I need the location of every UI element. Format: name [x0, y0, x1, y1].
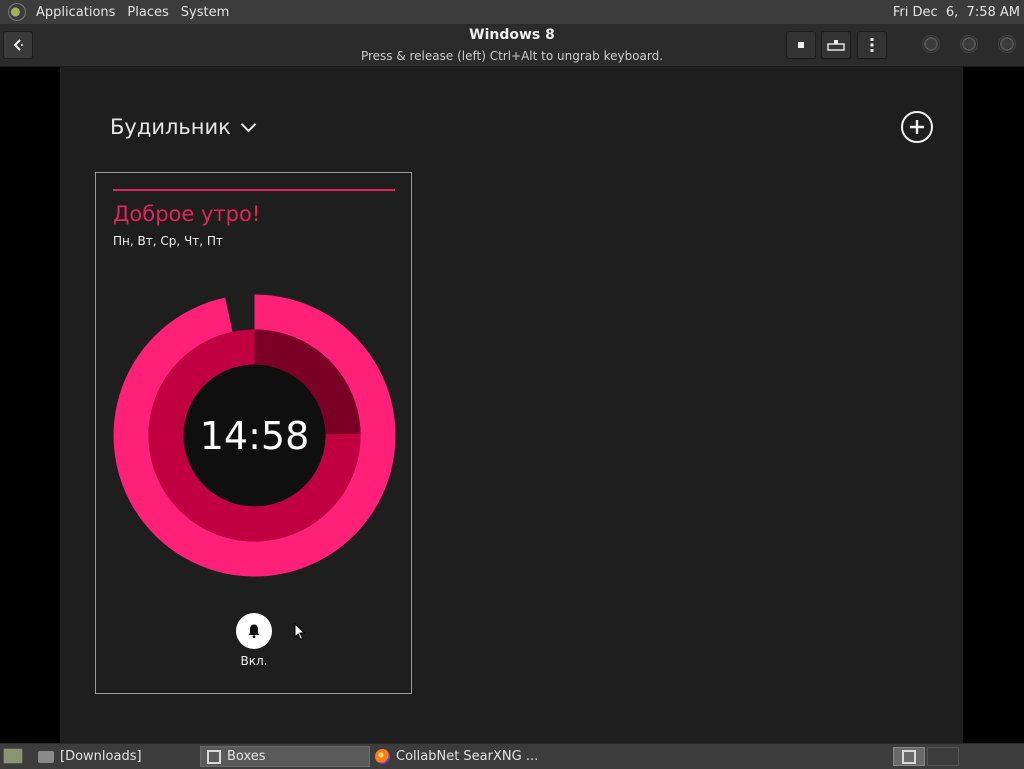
close-window-button[interactable]	[998, 35, 1016, 53]
bottom-taskbar: [Downloads] Boxes CollabNet SearXNG ...	[0, 743, 1024, 769]
places-menu[interactable]: Places	[121, 5, 174, 20]
alarm-tile[interactable]: Доброе утро! Пн, Вт, Ср, Чт, Пт 14:58 Вк…	[95, 172, 412, 694]
clock-text: Fri Dec 6, 7:58 AM	[892, 4, 1020, 20]
taskbar-item-label: [Downloads]	[60, 749, 142, 764]
folder-icon	[38, 750, 54, 763]
maximize-window-button[interactable]	[960, 35, 978, 53]
alarm-toggle-label: Вкл.	[240, 654, 268, 668]
top-panel: Applications Places System Fri Dec 6, 7:…	[0, 0, 1024, 25]
keyboard-icon	[827, 40, 845, 51]
bell-icon	[248, 624, 260, 638]
app-title-text: Будильник	[110, 115, 231, 139]
alarm-toggle-button[interactable]	[236, 613, 272, 649]
vm-display[interactable]: Будильник Доброе утро! Пн, Вт, Ср, Чт, П…	[60, 67, 963, 743]
workspace-switcher-2[interactable]	[927, 747, 959, 766]
mouse-pointer-icon	[294, 623, 306, 641]
alarm-name: Доброе утро!	[113, 202, 261, 226]
chevron-down-icon	[240, 116, 257, 132]
stop-button[interactable]	[786, 31, 816, 59]
taskbar-item-downloads[interactable]: [Downloads]	[32, 746, 198, 767]
send-keys-button[interactable]	[821, 31, 851, 59]
show-desktop-button[interactable]	[3, 748, 23, 764]
alarm-days: Пн, Вт, Ср, Чт, Пт	[113, 234, 223, 248]
system-menu[interactable]: System	[175, 5, 235, 20]
taskbar-item-label: CollabNet SearXNG ...	[396, 749, 539, 764]
tile-accent-rule	[113, 189, 395, 191]
stop-icon	[798, 42, 804, 48]
boxes-icon	[207, 749, 221, 764]
taskbar-item-firefox[interactable]: CollabNet SearXNG ...	[369, 746, 559, 767]
firefox-icon	[375, 749, 390, 764]
menu-button[interactable]	[857, 31, 887, 59]
panel-menus: Applications Places System	[30, 0, 235, 24]
workspace-switcher-1[interactable]	[893, 747, 925, 766]
taskbar-item-boxes[interactable]: Boxes	[200, 746, 370, 767]
clock[interactable]: Fri Dec 6, 7:58 AM	[893, 5, 1024, 20]
app-title[interactable]: Будильник	[110, 115, 257, 139]
boxes-icon	[902, 749, 916, 764]
gnome-foot-icon[interactable]	[8, 3, 26, 21]
kebab-menu-icon	[870, 38, 874, 52]
plus-icon	[910, 120, 924, 134]
add-alarm-button[interactable]	[901, 111, 933, 143]
boxes-header-bar: Windows 8 Press & release (left) Ctrl+Al…	[0, 25, 1024, 67]
taskbar-item-label: Boxes	[227, 749, 266, 764]
alarm-time: 14:58	[199, 414, 310, 458]
minimize-window-button[interactable]	[922, 35, 940, 53]
applications-menu[interactable]: Applications	[30, 5, 121, 20]
